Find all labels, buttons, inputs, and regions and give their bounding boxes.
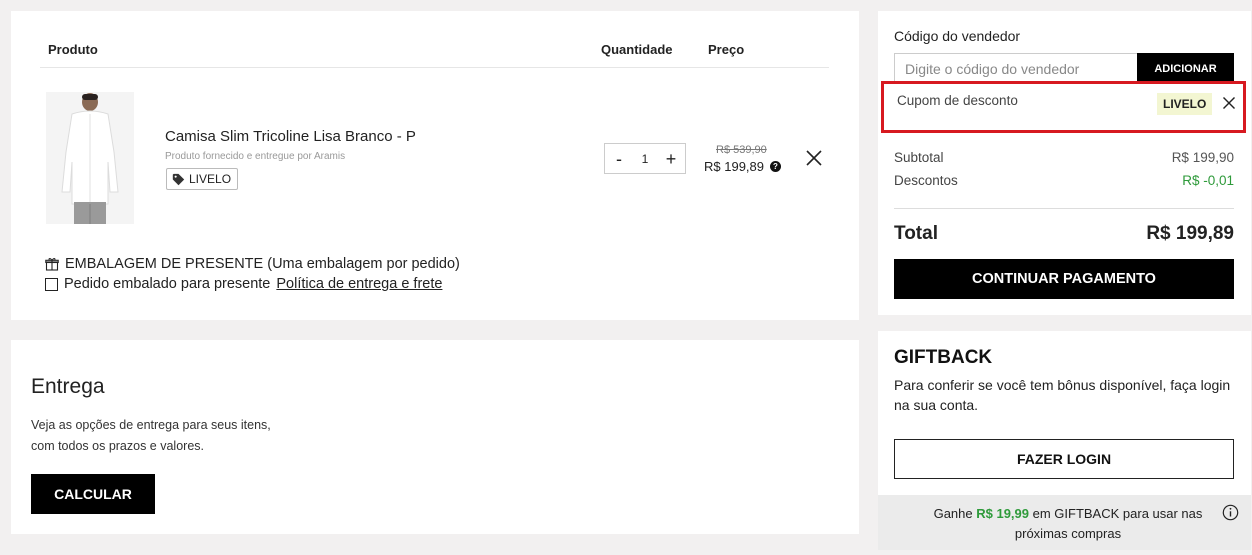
- seller-code-label: Código do vendedor: [894, 28, 1021, 44]
- giftback-title: GIFTBACK: [894, 347, 993, 368]
- header-quantity: Quantidade: [601, 42, 673, 57]
- subtotal-value: R$ 199,90: [1171, 150, 1234, 165]
- giftback-footer-text: Ganhe R$ 19,99 em GIFTBACK para usar nas…: [918, 504, 1218, 544]
- header-price: Preço: [708, 42, 745, 57]
- giftback-footer-prefix: Ganhe: [933, 506, 977, 521]
- quantity-stepper: - 1 +: [604, 143, 686, 174]
- applied-coupon-chip: LIVELO: [1157, 93, 1213, 115]
- coupon-section: Cupom de desconto LIVELO: [881, 81, 1246, 133]
- product-image[interactable]: [46, 92, 134, 224]
- giftback-amount: R$ 19,99: [976, 506, 1029, 521]
- total-label: Total: [894, 223, 938, 244]
- product-name[interactable]: Camisa Slim Tricoline Lisa Branco - P: [165, 128, 416, 145]
- header-product: Produto: [48, 42, 98, 57]
- new-price-row: R$ 199,89 ?: [704, 159, 781, 174]
- info-icon[interactable]: [1222, 504, 1239, 521]
- remove-item-icon[interactable]: [804, 148, 824, 168]
- new-price: R$ 199,89: [704, 159, 764, 174]
- giftback-description: Para conferir se você tem bônus disponív…: [894, 377, 1231, 413]
- discount-label: Descontos: [894, 173, 958, 188]
- shirt-model-image: [46, 92, 134, 224]
- cart-card: Produto Quantidade Preço Camisa Slim Tri…: [11, 11, 859, 320]
- remove-coupon-icon[interactable]: [1222, 96, 1236, 110]
- gift-wrap-option: Pedido embalado para presente Política d…: [45, 276, 442, 292]
- tag-icon: [172, 173, 185, 185]
- subtotal-row: Subtotal R$ 199,90: [894, 150, 1234, 165]
- coupon-label: Cupom de desconto: [897, 93, 1018, 108]
- old-price: R$ 539,90: [716, 144, 767, 156]
- giftback-footer-suffix: em GIFTBACK para usar nas próximas compr…: [1014, 506, 1203, 541]
- delivery-policy-link[interactable]: Política de entrega e frete: [276, 276, 442, 292]
- continue-payment-button[interactable]: CONTINUAR PAGAMENTO: [894, 259, 1234, 299]
- quantity-value[interactable]: 1: [642, 152, 649, 166]
- gift-wrap-title: EMBALAGEM DE PRESENTE (Uma embalagem por…: [65, 256, 460, 272]
- gift-wrap-checkbox-label[interactable]: Pedido embalado para presente: [64, 276, 270, 292]
- giftback-footer: Ganhe R$ 19,99 em GIFTBACK para usar nas…: [878, 495, 1251, 550]
- total-value: R$ 199,89: [1146, 223, 1234, 244]
- product-coupon-tag: LIVELO: [166, 168, 239, 190]
- delivery-title: Entrega: [31, 375, 105, 398]
- delivery-description: Veja as opções de entrega para seus iten…: [31, 418, 271, 453]
- quantity-increase-button[interactable]: +: [663, 150, 679, 168]
- gift-wrap-checkbox[interactable]: [45, 277, 58, 291]
- gift-wrap-title-row: EMBALAGEM DE PRESENTE (Uma embalagem por…: [45, 256, 460, 272]
- calculate-delivery-button[interactable]: CALCULAR: [31, 474, 155, 514]
- order-summary-card: Código do vendedor ADICIONAR Cupom de de…: [878, 11, 1251, 315]
- price-help-icon[interactable]: ?: [770, 161, 781, 172]
- discount-value: R$ -0,01: [1182, 173, 1234, 188]
- login-button[interactable]: FAZER LOGIN: [894, 439, 1234, 479]
- giftback-card: GIFTBACK Para conferir se você tem bônus…: [878, 331, 1251, 550]
- product-seller: Produto fornecido e entregue por Aramis: [165, 151, 346, 162]
- total-row: Total R$ 199,89: [894, 223, 1234, 245]
- add-seller-code-button[interactable]: ADICIONAR: [1137, 53, 1234, 84]
- seller-code-input[interactable]: [894, 53, 1137, 84]
- delivery-card: Entrega Veja as opções de entrega para s…: [11, 340, 859, 534]
- summary-divider: [894, 208, 1234, 209]
- subtotal-label: Subtotal: [894, 150, 944, 165]
- gift-icon: [45, 258, 59, 271]
- quantity-decrease-button[interactable]: -: [611, 150, 627, 168]
- product-coupon-label: LIVELO: [189, 172, 232, 186]
- header-divider: [40, 67, 829, 68]
- discount-row: Descontos R$ -0,01: [894, 173, 1234, 188]
